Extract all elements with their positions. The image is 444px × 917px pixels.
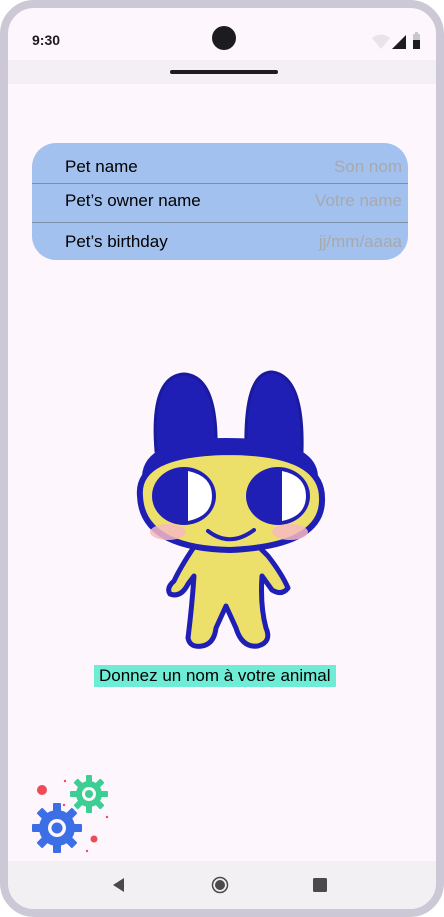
pet-left-cheek: [150, 524, 186, 540]
pet-name-row: Pet name: [32, 155, 408, 179]
birthday-input[interactable]: [252, 230, 402, 254]
owner-name-input[interactable]: [252, 189, 402, 213]
pet-illustration: [136, 370, 326, 649]
divider: [32, 222, 408, 223]
top-app-bar: [8, 60, 436, 84]
wifi-icon: [372, 34, 390, 49]
pet-right-eye: [246, 467, 310, 525]
phone-frame: 9:30 Pet name Pet’s owner name Pet’s bir…: [0, 0, 444, 917]
recents-icon[interactable]: [310, 875, 330, 895]
pet-right-cheek: [272, 524, 308, 540]
birthday-label: Pet’s birthday: [65, 232, 168, 251]
status-bar: 9:30: [8, 8, 436, 60]
pet-name-label: Pet name: [65, 157, 138, 176]
owner-name-row: Pet’s owner name: [32, 189, 408, 213]
status-time: 9:30: [32, 32, 61, 48]
pet-left-eye: [152, 467, 216, 525]
signal-icon: [392, 35, 406, 49]
battery-icon: [413, 32, 420, 49]
caption-text: Donnez un nom à votre animal: [94, 665, 336, 687]
birthday-row: Pet’s birthday: [32, 229, 408, 254]
blue-gear-icon: [32, 803, 82, 853]
navigation-bar: [8, 861, 436, 909]
divider: [32, 183, 408, 184]
front-camera: [212, 26, 236, 50]
drag-handle[interactable]: [170, 70, 278, 74]
gears-icon[interactable]: [28, 773, 118, 855]
status-icons: [372, 32, 420, 49]
green-gear-icon: [70, 775, 108, 813]
pet-body: [166, 541, 291, 649]
pet-form: Pet name Pet’s owner name Pet’s birthday: [32, 143, 408, 260]
owner-name-label: Pet’s owner name: [65, 191, 201, 210]
home-icon[interactable]: [210, 875, 230, 895]
pet-name-input[interactable]: [252, 155, 402, 179]
back-icon[interactable]: [109, 875, 129, 895]
